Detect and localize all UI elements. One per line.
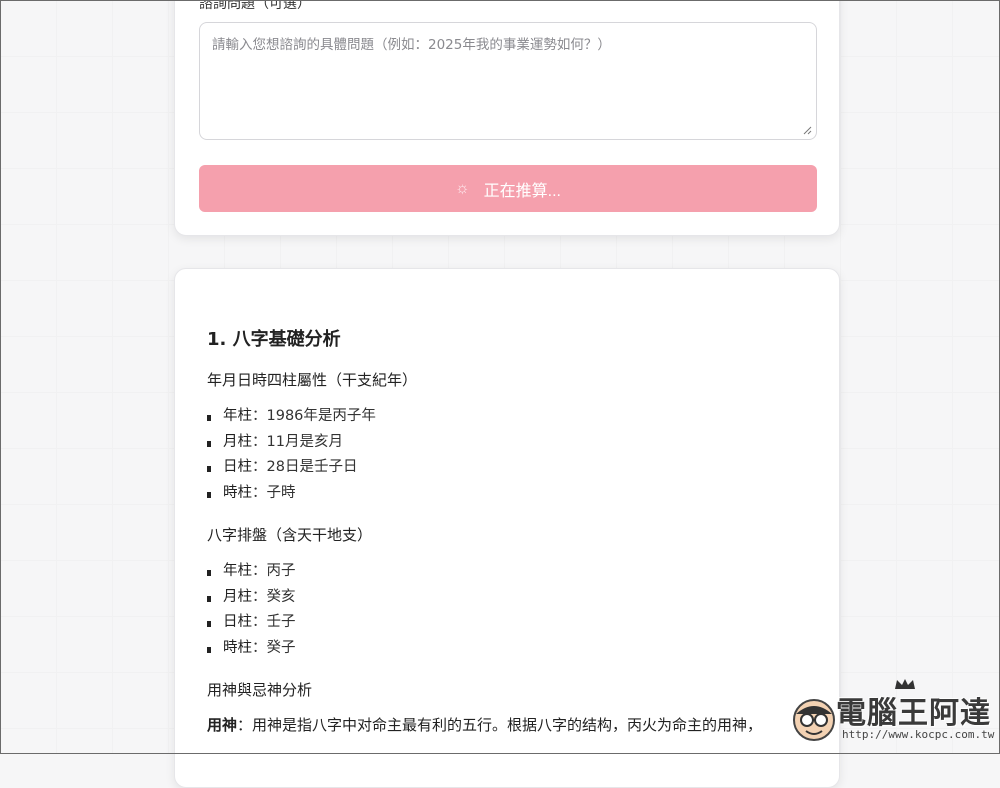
watermark-brand: 電腦王阿達 [836, 696, 991, 731]
question-placeholder: 請輸入您想諮詢的具體問題（例如：2025年我的事業運勢如何？） [212, 37, 611, 53]
submit-button-label: 正在推算... [483, 182, 561, 200]
pillars-attr-list: 年柱：1986年是丙子年 月柱：11月是亥月 日柱：28日是壬子日 時柱：子時 [207, 404, 815, 506]
list-item: 月柱：癸亥 [207, 585, 815, 611]
list-item: 年柱：1986年是丙子年 [207, 404, 815, 430]
result-content: 1. 八字基礎分析 年月日時四柱屬性（干支紀年） 年柱：1986年是丙子年 月柱… [207, 325, 815, 735]
list-item: 月柱：11月是亥月 [207, 430, 815, 456]
result-card: 1. 八字基礎分析 年月日時四柱屬性（干支紀年） 年柱：1986年是丙子年 月柱… [174, 268, 840, 788]
list-item: 時柱：子時 [207, 481, 815, 507]
list-item: 年柱：丙子 [207, 559, 815, 585]
bazi-chart-list: 年柱：丙子 月柱：癸亥 日柱：壬子 時柱：癸子 [207, 559, 815, 661]
yongshen-paragraph: 用神：用神是指八字中对命主最有利的五行。根据八字的结构，丙火为命主的用神， [207, 716, 763, 734]
list-item: 時柱：癸子 [207, 636, 815, 662]
bazi-chart-title: 八字排盤（含天干地支） [207, 526, 373, 544]
consult-form-card: 諮詢問題（可選） 請輸入您想諮詢的具體問題（例如：2025年我的事業運勢如何？）… [174, 0, 840, 236]
loading-spinner-icon: ☼ [454, 179, 470, 197]
yongshen-title: 用神與忌神分析 [207, 681, 313, 699]
question-label: 諮詢問題（可選） [199, 0, 311, 12]
question-textarea[interactable]: 請輸入您想諮詢的具體問題（例如：2025年我的事業運勢如何？） [199, 22, 817, 140]
mascot-face-icon [793, 699, 835, 741]
section-title: 1. 八字基礎分析 [207, 329, 341, 350]
list-item: 日柱：壬子 [207, 610, 815, 636]
pillars-attr-title: 年月日時四柱屬性（干支紀年） [207, 371, 418, 389]
list-item: 日柱：28日是壬子日 [207, 455, 815, 481]
watermark-url: http://www.kocpc.com.tw [842, 728, 995, 741]
submit-button[interactable]: ☼ 正在推算... [199, 165, 817, 212]
watermark: 電腦王阿達 http://www.kocpc.com.tw [790, 679, 994, 750]
resize-grip-icon[interactable] [802, 125, 812, 135]
